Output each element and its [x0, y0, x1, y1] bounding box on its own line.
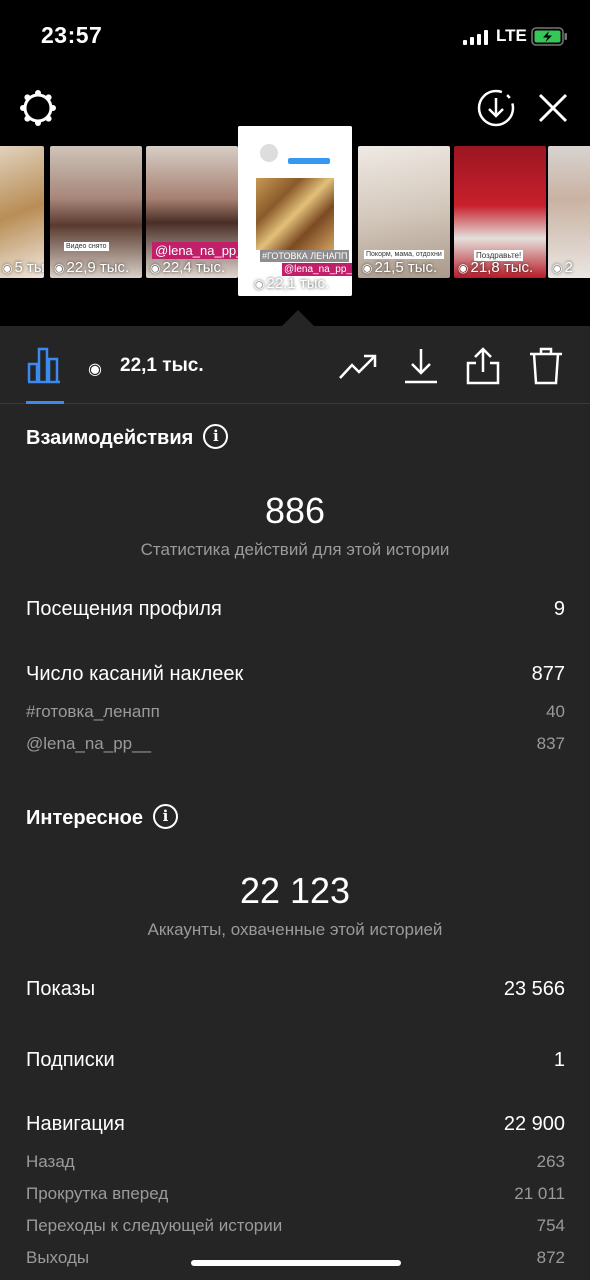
close-icon[interactable]	[535, 90, 571, 126]
story-thumbnail-selected[interactable]: #ГОТОВКА ЛЕНАПП @lena_na_pp__ ◉ 22,1 тыс.	[238, 126, 352, 296]
story-thumbnail[interactable]: Покорм, мама, отдохни ◉ 21,5 тыс.	[358, 146, 450, 278]
eye-icon: ◉	[254, 277, 265, 291]
active-tab-indicator	[26, 401, 64, 404]
thumbnail-caption: Видео снято	[64, 242, 109, 251]
views-count: 22,1 тыс.	[120, 355, 204, 376]
discovery-subtitle: Аккаунты, охваченные этой историей	[147, 920, 443, 939]
story-thumbnail[interactable]: Видео снято ◉ 22,9 тыс.	[50, 146, 142, 278]
thumbnail-hashtag: #ГОТОВКА ЛЕНАПП	[260, 250, 350, 262]
thumbnail-caption: Покорм, мама, отдохни	[364, 250, 444, 259]
story-thumbnail[interactable]: ◉5 тыс.	[0, 146, 44, 278]
gear-icon[interactable]	[18, 88, 58, 128]
story-thumbnail[interactable]: Поздравьте! ◉ 21,8 тыс.	[454, 146, 546, 278]
interactions-total: 886	[264, 490, 326, 531]
eye-icon: ◉	[2, 261, 13, 275]
eye-icon: ◉	[54, 261, 65, 275]
eye-icon: ◉	[362, 261, 373, 275]
status-bar: 23:57 LTE	[0, 0, 590, 72]
info-icon[interactable]: i	[153, 804, 178, 829]
interactions-subtitle: Статистика действий для этой истории	[140, 540, 450, 559]
trend-icon[interactable]	[338, 346, 378, 386]
insights-panel: ◉ 22,1 тыс. Взаимодействия i 886 Статисти…	[0, 326, 590, 1280]
story-thumbnail[interactable]: @lena_na_pp__ ◉22,4 тыс.	[146, 146, 238, 278]
network-type: LTE	[496, 26, 527, 45]
stories-strip: ◉5 тыс. Видео снято ◉22,9 тыс. @lena_na_…	[0, 126, 590, 296]
eye-icon: ◉	[88, 361, 102, 378]
download-icon[interactable]	[401, 346, 441, 386]
eye-icon: ◉	[150, 261, 161, 275]
home-indicator[interactable]	[191, 1260, 401, 1266]
eye-icon: ◉	[552, 261, 563, 275]
insights-toolbar: ◉ 22,1 тыс.	[0, 326, 590, 404]
signal-icon	[463, 30, 489, 45]
trash-icon[interactable]	[526, 346, 566, 386]
download-circle-icon[interactable]	[476, 88, 516, 128]
status-time: 23:57	[41, 22, 103, 48]
eye-icon: ◉	[458, 261, 469, 275]
bar-chart-icon[interactable]	[26, 346, 62, 384]
discovery-total: 22 123	[239, 870, 351, 911]
battery-icon	[531, 27, 567, 46]
info-icon[interactable]: i	[203, 424, 229, 449]
selection-caret	[282, 310, 314, 326]
share-icon[interactable]	[463, 346, 503, 386]
story-thumbnail[interactable]: ◉ 2	[548, 146, 590, 278]
interactions-title: Взаимодействия i	[26, 424, 229, 451]
thumbnail-caption: @lena_na_pp__	[152, 242, 238, 259]
discovery-title: Интересное i	[26, 804, 178, 831]
